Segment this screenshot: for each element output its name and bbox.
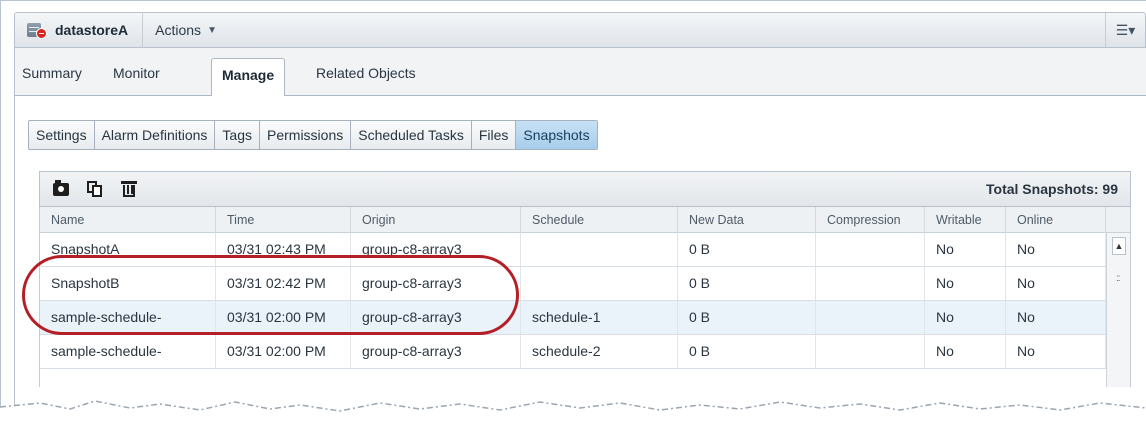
clone-icon[interactable] bbox=[86, 180, 104, 198]
cell-name: SnapshotB bbox=[40, 267, 216, 300]
camera-icon[interactable] bbox=[52, 180, 70, 198]
column-header-origin[interactable]: Origin bbox=[351, 207, 521, 233]
trash-icon[interactable] bbox=[120, 180, 138, 198]
cell-compression bbox=[816, 335, 925, 368]
cell-time: 03/31 02:00 PM bbox=[216, 301, 351, 334]
table-row[interactable]: sample-schedule- 03/31 02:00 PM group-c8… bbox=[40, 301, 1106, 335]
column-header-time[interactable]: Time bbox=[216, 207, 351, 233]
cell-compression bbox=[816, 301, 925, 334]
cell-origin: group-c8-array3 bbox=[351, 233, 521, 266]
vertical-scrollbar[interactable]: ▲ :: bbox=[1106, 233, 1130, 387]
header-divider bbox=[142, 12, 144, 48]
subtab-settings[interactable]: Settings bbox=[29, 121, 95, 149]
table-row[interactable]: sample-schedule- 03/31 02:00 PM group-c8… bbox=[40, 335, 1106, 369]
tab-summary[interactable]: Summary bbox=[22, 65, 82, 81]
subtab-scheduled-tasks[interactable]: Scheduled Tasks bbox=[351, 121, 472, 149]
column-header-name[interactable]: Name bbox=[40, 207, 216, 233]
cell-name: SnapshotA bbox=[40, 233, 216, 266]
cell-compression bbox=[816, 233, 925, 266]
torn-edge bbox=[0, 400, 1146, 423]
total-snapshots: Total Snapshots: 99 bbox=[986, 181, 1118, 197]
cell-online: No bbox=[1006, 335, 1106, 368]
table-row[interactable]: SnapshotA 03/31 02:43 PM group-c8-array3… bbox=[40, 233, 1106, 267]
cell-new-data: 0 B bbox=[678, 267, 816, 300]
cell-name: sample-schedule- bbox=[40, 335, 216, 368]
cell-writable: No bbox=[925, 301, 1006, 334]
cell-time: 03/31 02:42 PM bbox=[216, 267, 351, 300]
cell-time: 03/31 02:43 PM bbox=[216, 233, 351, 266]
subtab-snapshots[interactable]: Snapshots bbox=[516, 121, 597, 149]
datastore-alert-icon bbox=[27, 21, 47, 39]
tab-related-objects[interactable]: Related Objects bbox=[316, 65, 416, 81]
column-header-spacer bbox=[1106, 207, 1130, 233]
column-header-online[interactable]: Online bbox=[1006, 207, 1106, 233]
subtab-files[interactable]: Files bbox=[472, 121, 517, 149]
cell-writable: No bbox=[925, 233, 1006, 266]
scroll-grip-icon[interactable]: :: bbox=[1116, 273, 1120, 284]
cell-origin: group-c8-array3 bbox=[351, 335, 521, 368]
chevron-down-icon: ▼ bbox=[207, 24, 217, 36]
cell-new-data: 0 B bbox=[678, 335, 816, 368]
sub-tabs: Settings Alarm Definitions Tags Permissi… bbox=[28, 120, 598, 150]
list-menu-icon[interactable]: ☰▾ bbox=[1105, 13, 1145, 47]
cell-schedule: schedule-2 bbox=[521, 335, 678, 368]
object-header: datastoreA Actions ▼ ☰▾ bbox=[14, 12, 1146, 48]
column-header-schedule[interactable]: Schedule bbox=[521, 207, 678, 233]
cell-schedule: schedule-1 bbox=[521, 301, 678, 334]
cell-name: sample-schedule- bbox=[40, 301, 216, 334]
cell-schedule bbox=[521, 233, 678, 266]
cell-writable: No bbox=[925, 335, 1006, 368]
actions-menu[interactable]: Actions ▼ bbox=[155, 22, 217, 38]
snapshots-table: Name Time Origin Schedule New Data Compr… bbox=[39, 207, 1131, 387]
table-row[interactable]: SnapshotB 03/31 02:42 PM group-c8-array3… bbox=[40, 267, 1106, 301]
subtab-permissions[interactable]: Permissions bbox=[260, 121, 352, 149]
scroll-up-arrow-icon[interactable]: ▲ bbox=[1112, 237, 1126, 255]
column-header-writable[interactable]: Writable bbox=[925, 207, 1006, 233]
subtab-tags[interactable]: Tags bbox=[215, 121, 260, 149]
table-header: Name Time Origin Schedule New Data Compr… bbox=[40, 207, 1130, 233]
tab-manage[interactable]: Manage bbox=[211, 58, 286, 97]
cell-compression bbox=[816, 267, 925, 300]
cell-writable: No bbox=[925, 267, 1006, 300]
cell-new-data: 0 B bbox=[678, 233, 816, 266]
cell-time: 03/31 02:00 PM bbox=[216, 335, 351, 368]
column-header-new-data[interactable]: New Data bbox=[678, 207, 816, 233]
cell-online: No bbox=[1006, 267, 1106, 300]
cell-origin: group-c8-array3 bbox=[351, 301, 521, 334]
cell-schedule bbox=[521, 267, 678, 300]
cell-online: No bbox=[1006, 233, 1106, 266]
subtab-alarm-definitions[interactable]: Alarm Definitions bbox=[95, 121, 216, 149]
cell-new-data: 0 B bbox=[678, 301, 816, 334]
main-tabs: Summary Monitor Manage Related Objects bbox=[15, 48, 1146, 97]
cell-origin: group-c8-array3 bbox=[351, 267, 521, 300]
snapshot-toolbar: Total Snapshots: 99 bbox=[39, 171, 1131, 207]
actions-label: Actions bbox=[155, 22, 202, 38]
tab-monitor[interactable]: Monitor bbox=[113, 65, 160, 81]
cell-online: No bbox=[1006, 301, 1106, 334]
object-title: datastoreA bbox=[55, 22, 129, 38]
column-header-compression[interactable]: Compression bbox=[816, 207, 925, 233]
